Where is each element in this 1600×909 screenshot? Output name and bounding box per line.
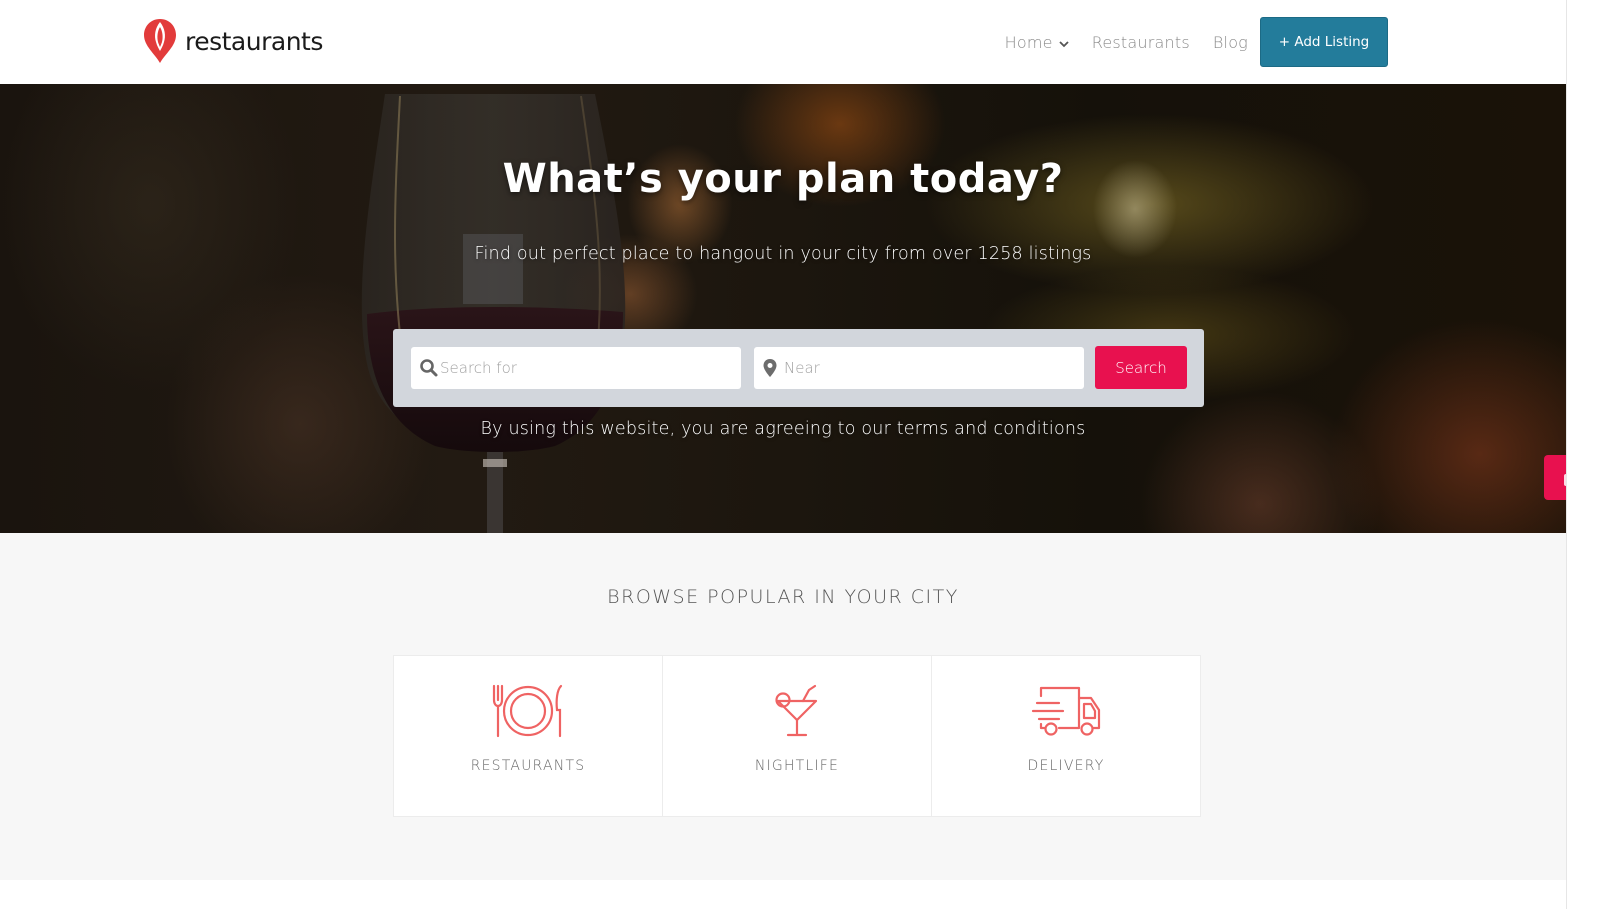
map-marker-icon	[763, 359, 777, 377]
nav-item-home[interactable]: Home	[1005, 33, 1069, 52]
cocktail-icon	[775, 684, 818, 737]
search-for-input[interactable]	[440, 348, 741, 388]
browse-section: BROWSE POPULAR IN YOUR CITY RESTAURANTS	[0, 533, 1566, 880]
site-header: restaurants Home Restaurants Blog + Add …	[0, 0, 1566, 84]
plate-cutlery-icon	[492, 684, 563, 738]
chevron-down-icon	[1059, 40, 1069, 47]
category-card-restaurants[interactable]: RESTAURANTS	[393, 655, 663, 817]
nav-item-label: Home	[1004, 32, 1053, 52]
nav-item-restaurants[interactable]: Restaurants	[1092, 33, 1190, 52]
category-label: RESTAURANTS	[470, 758, 586, 774]
category-label: DELIVERY	[1027, 758, 1105, 774]
category-label: NIGHTLIFE	[754, 758, 840, 774]
logo-link[interactable]: restaurants	[143, 18, 323, 64]
nav-item-blog[interactable]: Blog	[1213, 33, 1248, 52]
hero-title: What’s your plan today?	[502, 156, 1064, 202]
category-card-nightlife[interactable]: NIGHTLIFE	[662, 655, 932, 817]
search-form: Search	[393, 329, 1204, 407]
search-for-field[interactable]	[411, 347, 741, 389]
hero-section: What’s your plan today? Find out perfect…	[0, 84, 1566, 533]
delivery-truck-icon	[1031, 686, 1101, 736]
page-bottom	[0, 880, 1566, 909]
logo-pin-icon	[144, 19, 176, 63]
nav-item-label: Restaurants	[1091, 32, 1190, 52]
logo-text: restaurants	[185, 26, 323, 56]
add-listing-button[interactable]: + Add Listing	[1260, 17, 1388, 67]
hero-content: What’s your plan today? Find out perfect…	[0, 84, 1566, 533]
main-nav: Home Restaurants Blog + Add Listing	[1005, 17, 1388, 67]
near-input[interactable]	[784, 348, 1084, 388]
nav-item-label: Blog	[1212, 32, 1248, 52]
search-button[interactable]: Search	[1095, 346, 1187, 389]
page-scrollbar[interactable]	[1566, 0, 1600, 909]
category-card-delivery[interactable]: DELIVERY	[931, 655, 1201, 817]
search-icon	[420, 359, 438, 377]
hero-subtitle: Find out perfect place to hangout in you…	[474, 244, 1092, 264]
terms-notice: By using this website, you are agreeing …	[480, 419, 1086, 439]
category-cards: RESTAURANTS NIGHTLIFE DELIVERY	[393, 655, 1201, 817]
near-field[interactable]	[754, 347, 1084, 389]
browse-title: BROWSE POPULAR IN YOUR CITY	[607, 586, 959, 608]
